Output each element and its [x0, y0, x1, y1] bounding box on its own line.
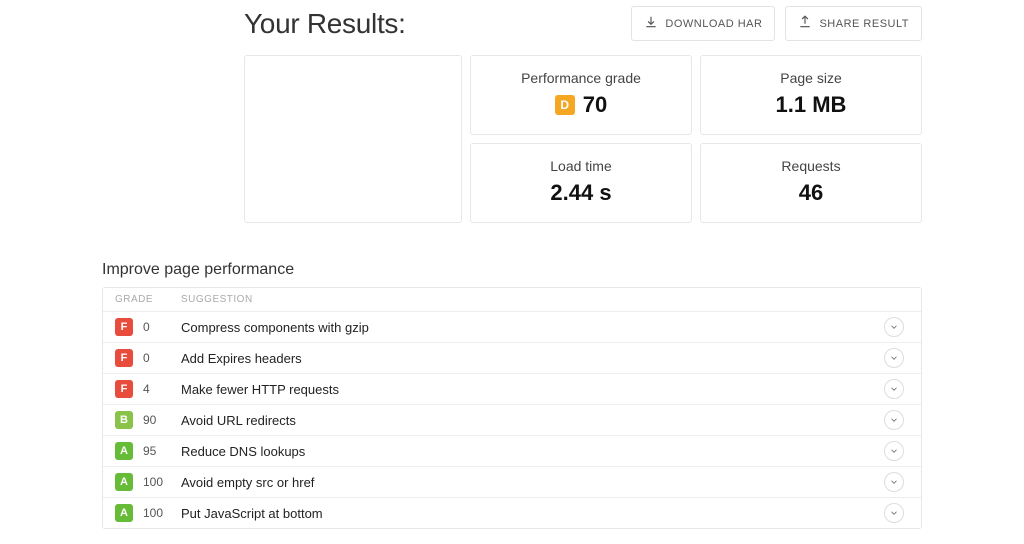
- metric-requests: Requests 46: [700, 143, 922, 223]
- table-row[interactable]: A 100 Avoid empty src or href: [103, 467, 921, 498]
- grade-letter-badge: A: [115, 442, 133, 460]
- col-header-grade: GRADE: [115, 294, 181, 305]
- grade-letter-badge: F: [115, 318, 133, 336]
- row-suggestion: Avoid empty src or href: [181, 475, 879, 490]
- expand-row-button[interactable]: [884, 317, 904, 337]
- grade-score: 95: [143, 444, 156, 458]
- download-har-label: DOWNLOAD HAR: [665, 18, 762, 30]
- col-header-suggestion: SUGGESTION: [181, 294, 879, 305]
- row-suggestion: Put JavaScript at bottom: [181, 506, 879, 521]
- table-row[interactable]: A 95 Reduce DNS lookups: [103, 436, 921, 467]
- row-suggestion: Reduce DNS lookups: [181, 444, 879, 459]
- grade-score: 100: [143, 475, 163, 489]
- chevron-down-icon: [889, 475, 899, 490]
- row-grade: B 90: [115, 411, 181, 429]
- row-grade: A 95: [115, 442, 181, 460]
- metric-value: 70: [583, 92, 607, 118]
- expand-row-button[interactable]: [884, 472, 904, 492]
- row-suggestion: Avoid URL redirects: [181, 413, 879, 428]
- share-result-button[interactable]: SHARE RESULT: [785, 6, 922, 41]
- grade-letter-badge: A: [115, 504, 133, 522]
- expand-row-button[interactable]: [884, 503, 904, 523]
- download-icon: [644, 15, 658, 32]
- chevron-down-icon: [889, 444, 899, 459]
- metric-page-size: Page size 1.1 MB: [700, 55, 922, 135]
- expand-row-button[interactable]: [884, 348, 904, 368]
- expand-row-button[interactable]: [884, 410, 904, 430]
- table-row[interactable]: F0Add Expires headers: [103, 343, 921, 374]
- row-grade: A 100: [115, 504, 181, 522]
- row-grade: F4: [115, 380, 181, 398]
- share-icon: [798, 15, 812, 32]
- table-row[interactable]: F4Make fewer HTTP requests: [103, 374, 921, 405]
- grade-letter-badge: B: [115, 411, 133, 429]
- row-suggestion: Compress components with gzip: [181, 320, 879, 335]
- expand-row-button[interactable]: [884, 441, 904, 461]
- row-grade: F0: [115, 318, 181, 336]
- grade-score: 0: [143, 320, 150, 334]
- row-grade: A 100: [115, 473, 181, 491]
- metric-value: 46: [799, 180, 823, 206]
- table-row[interactable]: A 100 Put JavaScript at bottom: [103, 498, 921, 528]
- grade-badge: D: [555, 95, 575, 115]
- page-title: Your Results:: [244, 8, 406, 40]
- metric-label: Page size: [711, 70, 911, 86]
- metric-label: Load time: [481, 158, 681, 174]
- metric-value: 2.44 s: [550, 180, 611, 206]
- row-grade: F0: [115, 349, 181, 367]
- chevron-down-icon: [889, 382, 899, 397]
- grade-score: 100: [143, 506, 163, 520]
- chevron-down-icon: [889, 351, 899, 366]
- suggestions-table: GRADE SUGGESTION F0Compress components w…: [102, 287, 922, 529]
- metric-load-time: Load time 2.44 s: [470, 143, 692, 223]
- preview-thumbnail: [244, 55, 462, 223]
- chevron-down-icon: [889, 320, 899, 335]
- chevron-down-icon: [889, 413, 899, 428]
- metric-performance-grade: Performance grade D 70: [470, 55, 692, 135]
- download-har-button[interactable]: DOWNLOAD HAR: [631, 6, 775, 41]
- grade-letter-badge: F: [115, 380, 133, 398]
- grade-score: 90: [143, 413, 156, 427]
- grade-score: 0: [143, 351, 150, 365]
- table-row[interactable]: B 90 Avoid URL redirects: [103, 405, 921, 436]
- table-header: GRADE SUGGESTION: [103, 288, 921, 312]
- grade-score: 4: [143, 382, 150, 396]
- metric-label: Requests: [711, 158, 911, 174]
- chevron-down-icon: [889, 506, 899, 521]
- metric-label: Performance grade: [481, 70, 681, 86]
- share-result-label: SHARE RESULT: [819, 18, 909, 30]
- expand-row-button[interactable]: [884, 379, 904, 399]
- metric-value: 1.1 MB: [776, 92, 847, 118]
- grade-letter-badge: F: [115, 349, 133, 367]
- row-suggestion: Make fewer HTTP requests: [181, 382, 879, 397]
- row-suggestion: Add Expires headers: [181, 351, 879, 366]
- table-row[interactable]: F0Compress components with gzip: [103, 312, 921, 343]
- improve-section-title: Improve page performance: [102, 261, 922, 279]
- grade-letter-badge: A: [115, 473, 133, 491]
